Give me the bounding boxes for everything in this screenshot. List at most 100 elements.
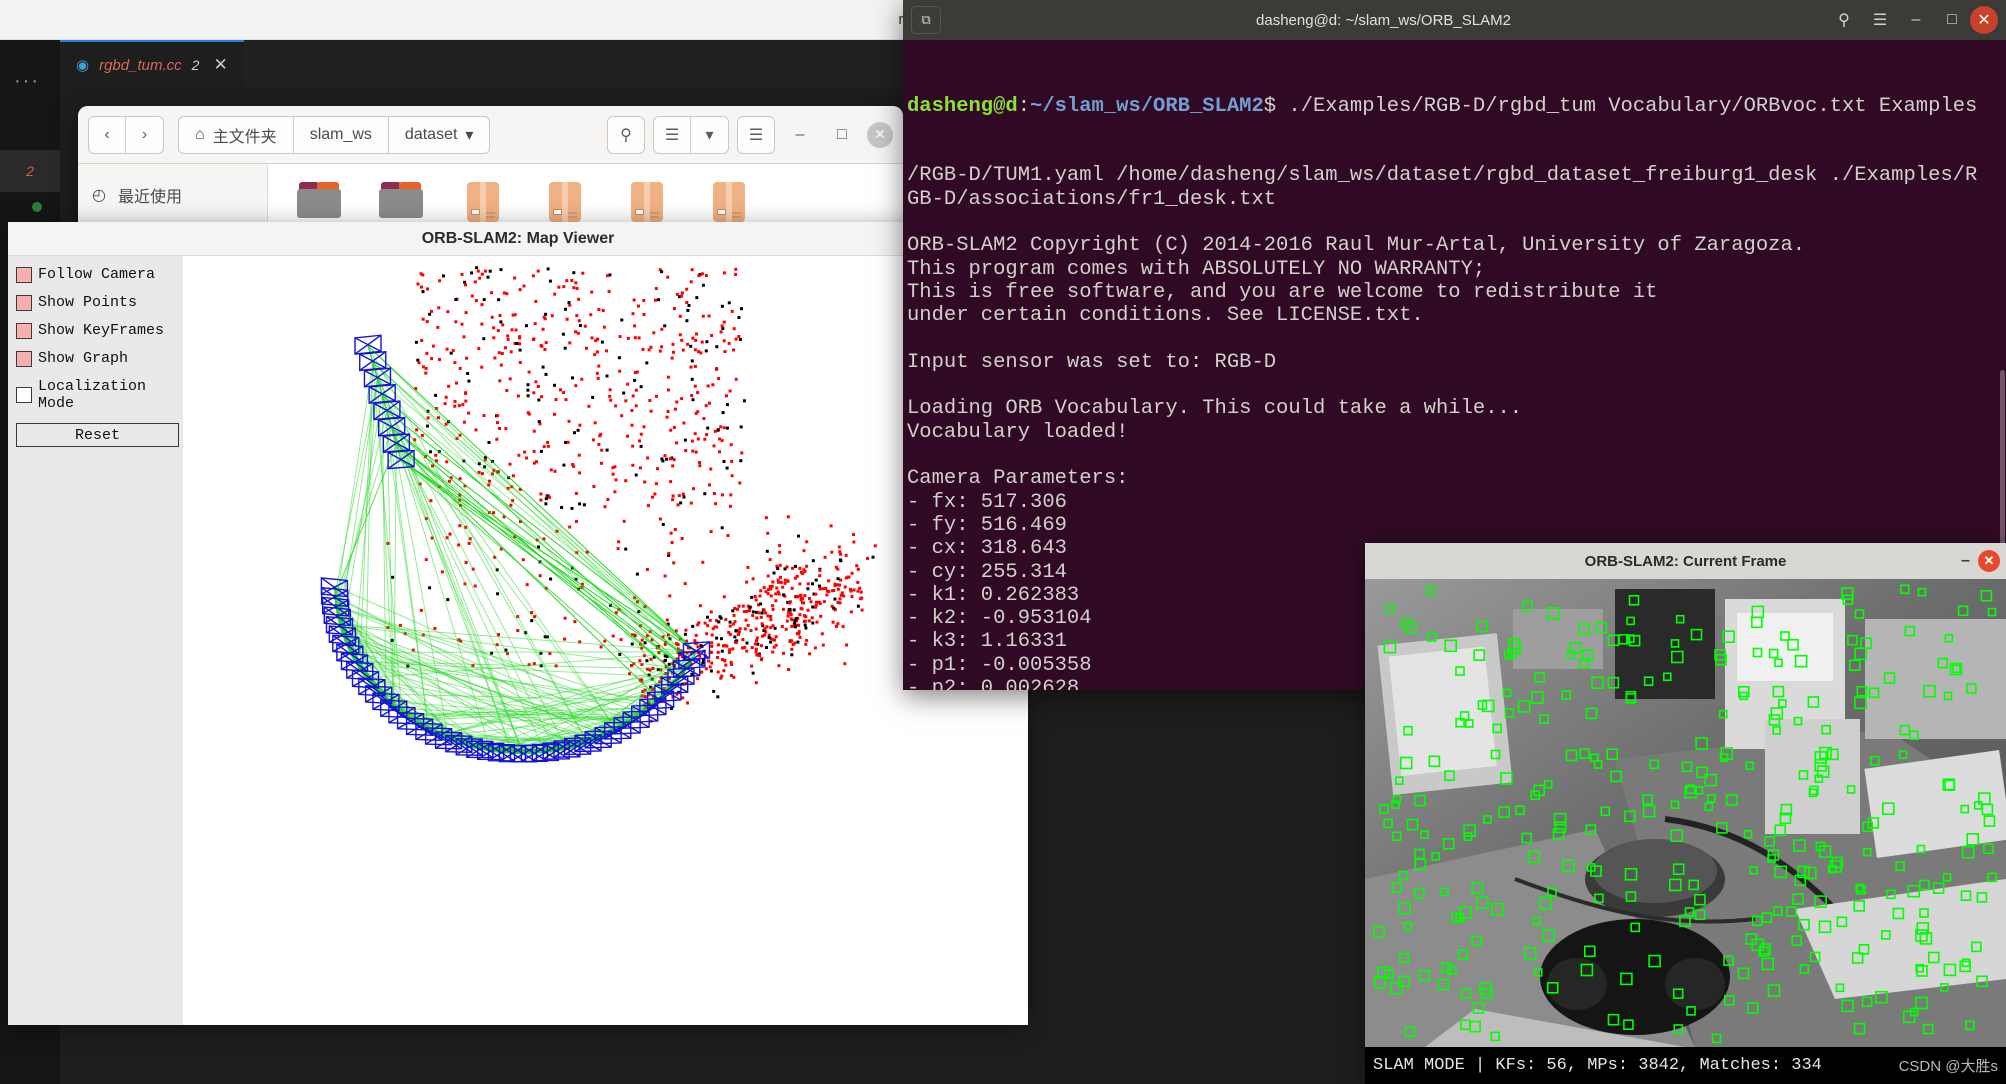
terminal-user: dasheng@d (907, 94, 1018, 118)
terminal-command: ./Examples/RGB-D/rgbd_tum Vocabulary/ORB… (1276, 94, 1978, 118)
minimize-button[interactable]: – (1961, 552, 1970, 570)
checkbox-label: Show Graph (38, 350, 129, 367)
editor-tab-count: 2 (191, 57, 200, 73)
search-icon[interactable]: ⚲ (607, 115, 645, 154)
editor-tab-label: rgbd_tum.cc (99, 56, 182, 74)
terminal-line: - fy: 516.469 (907, 513, 1067, 537)
sidebar-item-recent[interactable]: ◴ 最近使用 (78, 174, 267, 216)
breadcrumb-home[interactable]: ⌂ 主文件夹 (178, 115, 294, 154)
file-manager-actions[interactable]: ⚲ ☰ ▾ ☰ – □ ✕ (607, 115, 893, 154)
terminal-line: Input sensor was set to: RGB-D (907, 350, 1277, 374)
close-button[interactable]: ✕ (1970, 6, 1998, 34)
minimize-button[interactable]: – (1898, 6, 1934, 34)
checkbox-localization-mode[interactable]: Localization Mode (16, 378, 175, 412)
chevron-down-icon[interactable]: ▾ (465, 125, 473, 145)
watermark: CSDN @大胜s (1898, 1058, 1998, 1075)
checkbox-icon[interactable] (16, 294, 32, 311)
terminal-line: under certain conditions. See LICENSE.tx… (907, 304, 1424, 328)
document-icon (631, 182, 663, 222)
checkbox-show-keyframes[interactable]: Show KeyFrames (16, 322, 175, 339)
reset-button[interactable]: Reset (16, 423, 179, 447)
terminal-line: Vocabulary loaded! (907, 420, 1129, 444)
activity-badge[interactable]: 2 (0, 150, 60, 192)
current-frame-window-buttons[interactable]: – ✕ (1961, 543, 2000, 579)
breadcrumb[interactable]: ⌂ 主文件夹 slam_ws dataset ▾ (178, 115, 491, 154)
breadcrumb-label: dataset (404, 125, 458, 143)
folder-icon (297, 182, 341, 218)
more-actions-icon[interactable]: ··· (14, 70, 40, 93)
checkbox-label: Show Points (38, 294, 138, 311)
checkbox-label: Follow Camera (38, 266, 156, 283)
file-manager-toolbar[interactable]: ‹ › ⌂ 主文件夹 slam_ws dataset ▾ ⚲ ☰ ▾ ☰ – □… (78, 106, 903, 164)
slam-map-render (320, 266, 877, 763)
checkbox-show-points[interactable]: Show Points (16, 294, 175, 311)
checkbox-label: Show KeyFrames (38, 322, 165, 339)
checkbox-icon[interactable] (16, 266, 32, 283)
map-viewer-control-panel[interactable]: Follow Camera Show Points Show KeyFrames… (8, 256, 183, 1025)
terminal-dollar: $ (1263, 94, 1277, 118)
breadcrumb-label: 主文件夹 (212, 128, 277, 146)
document-icon (549, 182, 581, 222)
clock-icon: ◴ (92, 187, 106, 204)
folder-icon (379, 182, 423, 218)
terminal-line: Camera Parameters: (907, 467, 1129, 491)
sidebar-item-label: 最近使用 (117, 189, 182, 206)
current-frame-title-label: ORB-SLAM2: Current Frame (1584, 552, 1787, 570)
close-button[interactable]: ✕ (867, 121, 893, 148)
breadcrumb-slam-ws[interactable]: slam_ws (293, 115, 389, 154)
terminal-line: This program comes with ABSOLUTELY NO WA… (907, 257, 1486, 281)
chevron-down-icon[interactable]: ▾ (691, 115, 729, 154)
current-frame-status-bar: SLAM MODE | KFs: 56, MPs: 3842, Matches:… (1365, 1047, 2006, 1084)
close-button[interactable]: ✕ (1978, 550, 2000, 572)
checkbox-icon[interactable] (16, 350, 32, 367)
breadcrumb-dataset[interactable]: dataset ▾ (388, 115, 491, 154)
terminal-line: This is free software, and you are welco… (907, 280, 1658, 304)
checkbox-show-graph[interactable]: Show Graph (16, 350, 175, 367)
minimize-button[interactable]: – (783, 118, 817, 152)
terminal-line: ORB-SLAM2 Copyright (C) 2014-2016 Raul M… (907, 234, 1806, 258)
checkbox-icon[interactable] (16, 322, 32, 339)
hamburger-menu-icon[interactable]: ☰ (1862, 6, 1898, 34)
maximize-button[interactable]: □ (1934, 6, 1970, 34)
close-icon[interactable]: ✕ (213, 55, 227, 75)
terminal-title: dasheng@d: ~/slam_ws/ORB_SLAM2 (1256, 11, 1511, 29)
view-list-icon[interactable]: ☰ (653, 115, 691, 154)
cpp-file-icon: ◉ (76, 57, 90, 74)
camera-frame-render (1365, 579, 2006, 1047)
forward-button[interactable]: › (126, 115, 164, 154)
checkbox-icon[interactable] (16, 387, 32, 403)
terminal-line: - fx: 517.306 (907, 490, 1067, 514)
terminal-line: GB-D/associations/fr1_desk.txt (907, 187, 1277, 211)
terminal-line: Loading ORB Vocabulary. This could take … (907, 397, 1523, 421)
terminal-line: /RGB-D/TUM1.yaml /home/dasheng/slam_ws/d… (907, 164, 1978, 188)
home-icon: ⌂ (195, 125, 205, 143)
navigation-buttons[interactable]: ‹ › (88, 115, 164, 154)
map-viewer-3d-canvas[interactable] (183, 256, 1028, 1025)
current-frame-title: ORB-SLAM2: Current Frame – ✕ (1365, 543, 2006, 579)
current-frame-image[interactable] (1365, 579, 2006, 1047)
terminal-title-bar[interactable]: ⧉ dasheng@d: ~/slam_ws/ORB_SLAM2 ⚲ ☰ – □… (903, 0, 2006, 40)
terminal-cwd: ~/slam_ws/ORB_SLAM2 (1030, 94, 1264, 118)
terminal-sep: : (1017, 94, 1031, 118)
search-icon[interactable]: ⚲ (1826, 6, 1862, 34)
new-tab-icon[interactable]: ⧉ (911, 6, 941, 34)
breadcrumb-label: slam_ws (309, 125, 372, 143)
terminal-prompt-line: dasheng@d:~/slam_ws/ORB_SLAM2$ ./Example… (907, 95, 2004, 118)
slam-status-text: SLAM MODE | KFs: 56, MPs: 3842, Matches:… (1373, 1056, 1822, 1075)
back-button[interactable]: ‹ (88, 115, 126, 154)
hamburger-menu-icon[interactable]: ☰ (737, 115, 775, 154)
document-icon (713, 182, 745, 222)
maximize-button[interactable]: □ (825, 118, 859, 152)
checkbox-follow-camera[interactable]: Follow Camera (16, 266, 175, 283)
map-viewer-title: ORB-SLAM2: Map Viewer (8, 222, 1028, 256)
editor-tab-rgbd-tum[interactable]: ◉ rgbd_tum.cc 2 ✕ (60, 40, 244, 88)
current-frame-window[interactable]: ORB-SLAM2: Current Frame – ✕ SLAM MODE |… (1365, 543, 2006, 1084)
map-viewer-window[interactable]: ORB-SLAM2: Map Viewer Follow Camera Show… (8, 222, 1028, 1025)
status-dot-icon (32, 202, 42, 212)
checkbox-label: Localization Mode (38, 378, 147, 412)
document-icon (467, 182, 499, 222)
